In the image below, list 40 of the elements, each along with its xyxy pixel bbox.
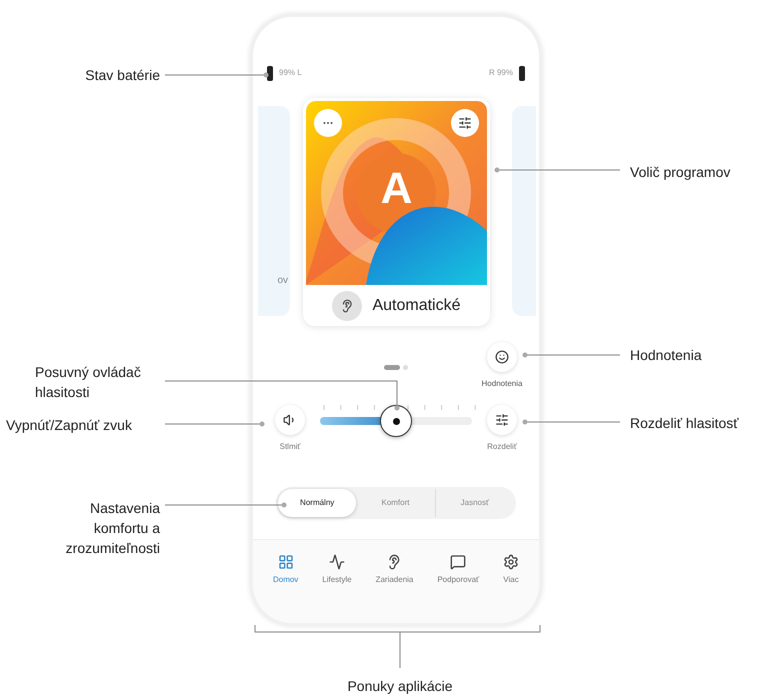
nav-tab[interactable]: Zariadenia [376, 554, 414, 588]
battery-icon [267, 66, 273, 80]
chat-bubble-icon [450, 554, 466, 570]
nav-tab[interactable]: Viac [503, 554, 519, 588]
callout-label: Vypnúť/Zapnúť zvuk [6, 416, 133, 435]
program-name: ov [277, 274, 288, 288]
pulse-icon [328, 554, 345, 570]
split-label: Rozdeliť [487, 441, 517, 453]
callout-label: Hodnotenia [630, 346, 703, 365]
slider-thumb[interactable] [380, 405, 412, 437]
callout-label: Nastavenia komfortu a zrozumiteľnosti [64, 499, 160, 558]
program-card[interactable]: ov [258, 106, 290, 316]
settings-icon [503, 554, 519, 570]
split-button[interactable] [487, 405, 517, 435]
callout-label: Ponuky aplikácie [346, 677, 454, 696]
callout-label: Posuvný ovládač hlasitosti [35, 363, 142, 402]
smiley-icon [495, 350, 509, 364]
grid-icon [278, 554, 294, 570]
mode-tab[interactable]: Jasnosť [434, 489, 514, 517]
callout-label: Stav batérie [84, 66, 160, 85]
mute-button[interactable] [275, 405, 305, 435]
rating-button[interactable] [487, 342, 517, 372]
mode-tab[interactable]: Normálny [278, 489, 356, 517]
ear-icon [332, 290, 362, 320]
battery-level-text: 99% L [279, 67, 302, 79]
nav-tab[interactable]: Lifestyle [322, 554, 352, 588]
program-card[interactable]: A Automatické [303, 98, 490, 326]
rating-label: Hodnotenia [482, 378, 522, 390]
mode-tab[interactable]: Komfort [356, 489, 435, 517]
callout-label: Volič programov [630, 163, 732, 182]
mute-label: Stlmiť [280, 441, 300, 453]
nav-tab[interactable]: Domov [272, 554, 298, 588]
program-name: Automatické [372, 296, 461, 316]
battery-icon [519, 66, 525, 80]
sliders-icon [495, 413, 509, 427]
sliders-icon [458, 116, 472, 130]
battery-level-text: R 99% [488, 67, 513, 79]
nav-tab[interactable]: Podporovať [437, 554, 480, 588]
program-letter: A [380, 167, 414, 211]
callout-label: Rozdeliť hlasitosť [630, 414, 740, 433]
